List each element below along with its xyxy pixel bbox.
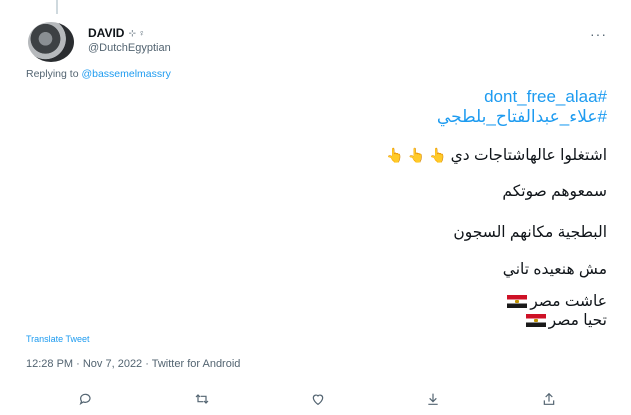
egypt-flag-icon [525,314,546,327]
replying-to: Replying to @bassemelmassry [26,68,171,80]
thread-connector [56,0,58,14]
hashtag-link-1[interactable]: #dont_free_alaa [484,86,607,108]
egypt-flag-icon [507,295,528,308]
tweet-line-2: سمعوهم صوتكم [502,183,607,200]
tweet-line-6-text: تحيا مصر [548,312,607,329]
pointing-up-icon: 👆 [386,147,404,163]
tweet-line-1: اشتغلوا عالهاشتاجات دي 👆 👆 👆 [386,146,607,165]
bookmark-icon[interactable] [423,390,443,408]
like-icon[interactable] [308,390,328,408]
tweet-line-5: عاشت مصر [507,292,607,311]
retweet-icon[interactable] [192,390,212,408]
action-bar [26,390,607,410]
author-name-row[interactable]: DAVID ⊹ ♀ [88,26,145,40]
share-icon[interactable] [539,390,559,408]
tweet-timestamp[interactable]: 12:28 PM · Nov 7, 2022 · Twitter for And… [26,358,240,370]
tweet-line-1-text: اشتغلوا عالهاشتاجات دي [450,147,607,164]
tweet-card: DAVID ⊹ ♀ @DutchEgyptian ··· Replying to… [6,0,625,415]
reply-icon[interactable] [76,390,96,408]
tweet-line-4: مش هنعيده تاني [502,261,607,278]
more-dots-icon[interactable]: ··· [590,26,607,42]
reply-mention-link[interactable]: @bassemelmassry [81,68,170,80]
avatar[interactable] [28,22,74,62]
replying-prefix: Replying to [26,68,82,80]
tweet-line-3: البطجية مكانهم السجون [453,224,607,241]
tweet-line-5-text: عاشت مصر [530,293,607,310]
pointing-up-icon: 👆 [407,147,426,163]
pointing-up-icon: 👆 [429,147,447,163]
tweet-line-6: تحيا مصر [525,311,607,330]
name-emoji: ⊹ ♀ [128,27,146,38]
hashtag-link-2[interactable]: #علاء_عبدالفتاح_بلطجي [437,106,607,128]
translate-tweet-link[interactable]: Translate Tweet [26,334,90,344]
tweet-header: DAVID ⊹ ♀ @DutchEgyptian ··· [28,22,613,62]
author-handle[interactable]: @DutchEgyptian [88,42,171,54]
display-name[interactable]: DAVID [88,26,124,40]
